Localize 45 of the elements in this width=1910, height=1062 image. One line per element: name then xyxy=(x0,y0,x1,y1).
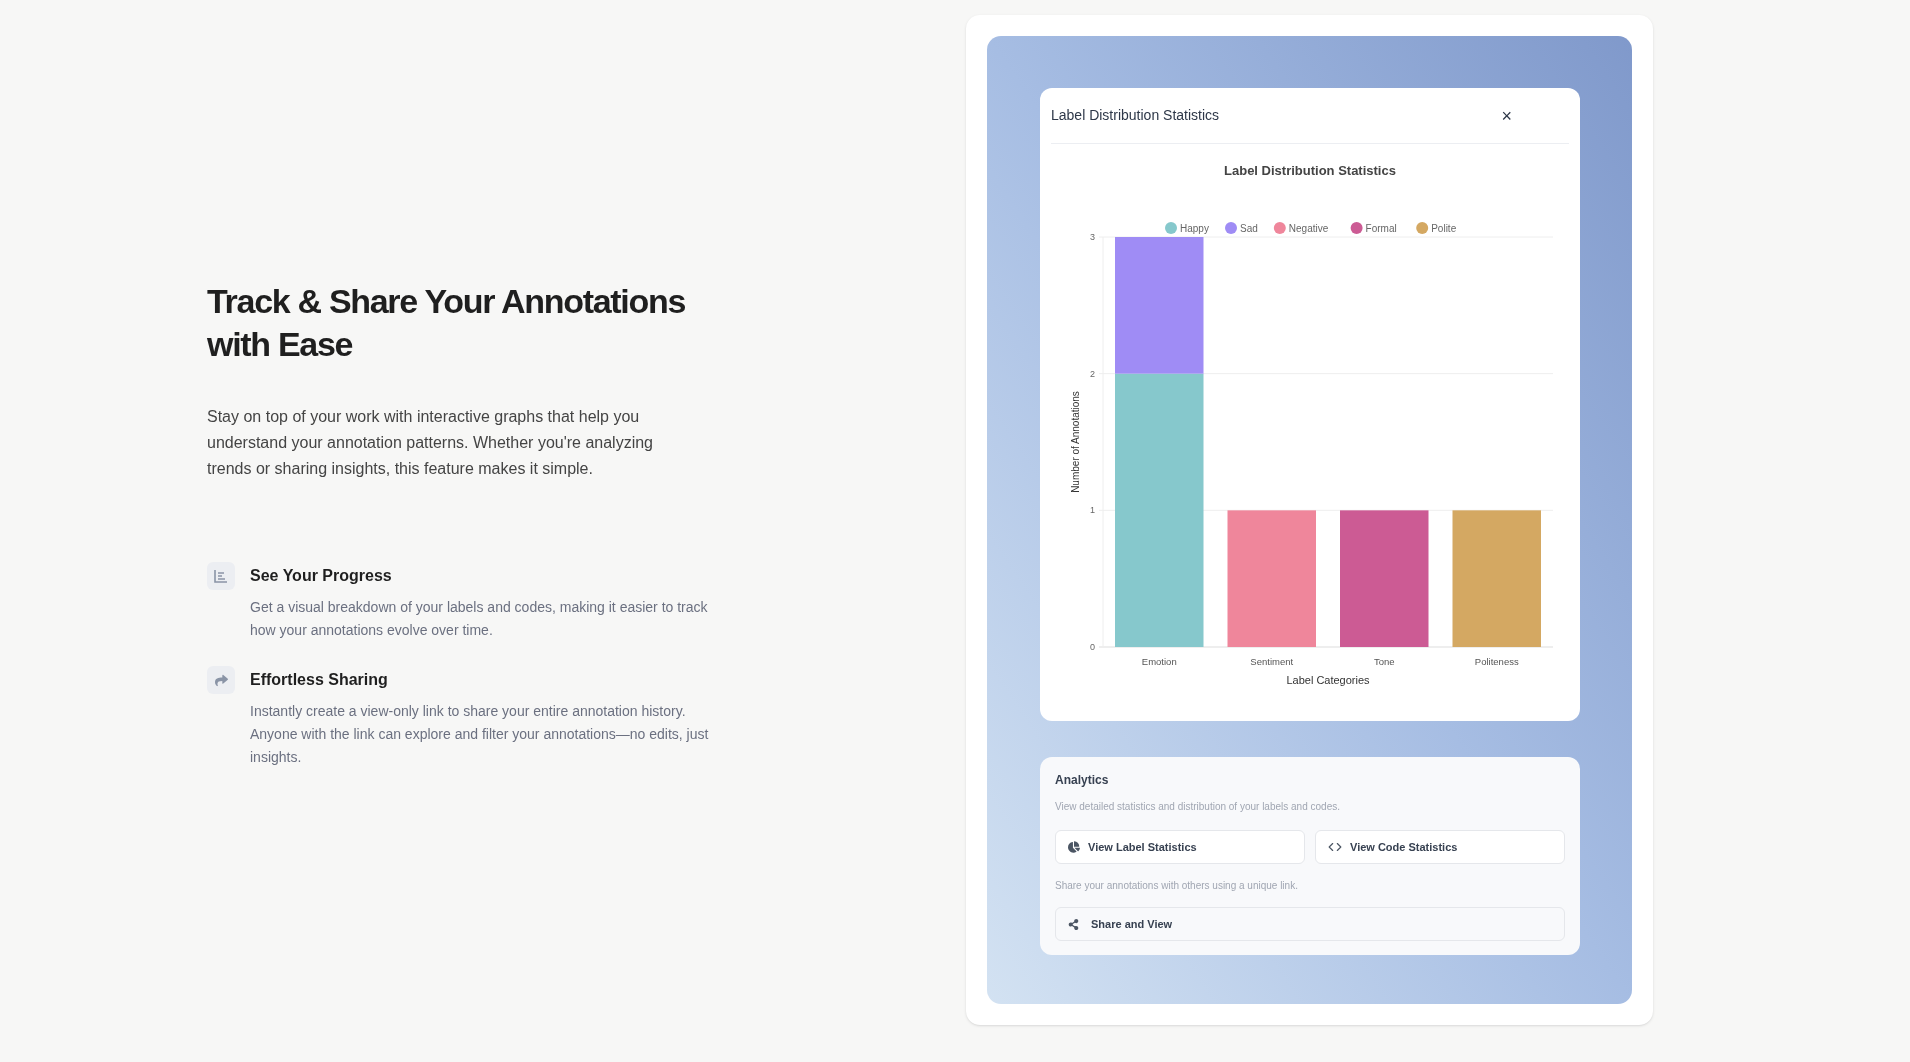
bar[interactable] xyxy=(1115,373,1204,647)
y-tick-label: 0 xyxy=(1090,642,1095,652)
bar[interactable] xyxy=(1115,237,1204,374)
analytics-title: Analytics xyxy=(1055,772,1110,789)
feature-description: Instantly create a view-only link to share your entire annotation history. Anyone with the link can explore and filter your annotations—no edits, just insights. xyxy=(250,702,710,767)
legend-item[interactable]: Happy xyxy=(1165,222,1209,234)
legend-item[interactable]: Polite xyxy=(1416,222,1457,234)
x-tick-label: Emotion xyxy=(1141,656,1177,667)
share-icon xyxy=(207,666,235,694)
legend-item[interactable]: Negative xyxy=(1273,222,1329,234)
analytics-description: View detailed statistics and distribution of your labels and codes. xyxy=(1055,800,1341,814)
legend-item[interactable]: Formal xyxy=(1350,222,1397,234)
x-axis-label: Label Categories xyxy=(1286,674,1370,686)
bar[interactable] xyxy=(1340,510,1429,647)
x-tick-label: Tone xyxy=(1373,656,1395,667)
y-tick-label: 3 xyxy=(1090,232,1095,242)
legend-label: Formal xyxy=(1365,223,1397,234)
legend-label: Happy xyxy=(1180,223,1209,234)
close-button[interactable]: × xyxy=(1501,106,1512,125)
hero-description: Stay on top of your work with interactive graphs that help you understand your annotation patterns. Whether you're analyzing trends or sharing insights, this feature makes it simple. xyxy=(207,407,654,479)
feature-description: Get a visual breakdown of your labels and codes, making it easier to track how your annotations evolve over time. xyxy=(250,598,709,640)
hero-title: Track & Share Your Annotations with Ease xyxy=(207,281,687,365)
bar[interactable] xyxy=(1227,510,1316,647)
code-icon xyxy=(1328,840,1342,854)
x-tick-label: Politeness xyxy=(1474,656,1519,667)
y-tick-label: 1 xyxy=(1090,505,1095,516)
feature-title: Effortless Sharing xyxy=(250,670,389,690)
feature-title: See Your Progress xyxy=(250,566,393,586)
statistics-button[interactable]: View Label Statistics xyxy=(1055,830,1305,864)
share-description: Share your annotations with others using a unique link. xyxy=(1055,879,1299,893)
share-icon xyxy=(1068,918,1079,930)
y-tick-label: 2 xyxy=(1090,368,1095,379)
x-tick-label: Sentiment xyxy=(1250,656,1294,667)
legend-label: Sad xyxy=(1240,223,1258,234)
chart-icon xyxy=(207,562,235,590)
modal-title: Label Distribution Statistics xyxy=(1051,106,1220,125)
bar[interactable] xyxy=(1452,510,1541,647)
legend-item[interactable]: Sad xyxy=(1225,222,1258,234)
y-axis-label: Number of Annotations xyxy=(1070,391,1081,493)
legend-label: Negative xyxy=(1288,223,1329,234)
chart-title: Label Distribution Statistics xyxy=(1224,163,1396,178)
share-view-button[interactable]: Share and View xyxy=(1055,907,1565,941)
pie-chart-icon xyxy=(1068,841,1080,853)
legend-label: Polite xyxy=(1431,223,1457,234)
statistics-button[interactable]: View Code Statistics xyxy=(1315,830,1565,864)
